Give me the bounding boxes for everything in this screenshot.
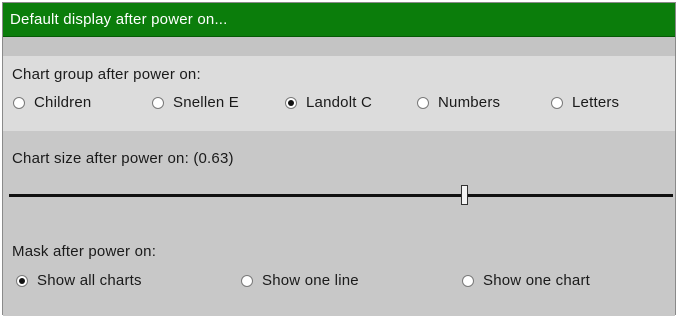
radio-show-all-charts-icon[interactable] — [16, 274, 28, 287]
title-bar: Default display after power on... — [3, 3, 675, 37]
radio-numbers-label: Numbers — [438, 94, 501, 111]
radio-landolt-c[interactable]: Landolt C — [285, 94, 372, 111]
radio-snellen-e-label: Snellen E — [173, 94, 240, 111]
radio-show-one-chart-icon[interactable] — [462, 274, 474, 287]
radio-children-label: Children — [34, 94, 92, 111]
radio-letters-icon[interactable] — [551, 96, 563, 109]
radio-show-one-chart[interactable]: Show one chart — [462, 272, 590, 289]
slider-track[interactable] — [9, 194, 673, 197]
radio-letters-label: Letters — [572, 94, 620, 111]
radio-numbers-icon[interactable] — [417, 96, 429, 109]
radio-show-one-line-icon[interactable] — [241, 274, 253, 287]
radio-snellen-e-icon[interactable] — [152, 96, 164, 109]
radio-snellen-e[interactable]: Snellen E — [152, 94, 239, 111]
radio-show-one-line[interactable]: Show one line — [241, 272, 359, 289]
window-title: Default display after power on... — [10, 11, 228, 28]
mask-section: Mask after power on: Show all charts Sho… — [3, 228, 675, 316]
settings-dialog: Default display after power on... Chart … — [2, 2, 676, 316]
radio-numbers[interactable]: Numbers — [417, 94, 500, 111]
radio-landolt-c-icon[interactable] — [285, 96, 297, 109]
radio-children-icon[interactable] — [13, 96, 25, 109]
chart-group-label: Chart group after power on: — [12, 66, 201, 83]
radio-children[interactable]: Children — [13, 94, 91, 111]
radio-show-one-chart-label: Show one chart — [483, 272, 591, 289]
mask-label: Mask after power on: — [12, 243, 157, 260]
radio-show-all-charts-label: Show all charts — [37, 272, 142, 289]
chart-group-section: Chart group after power on: Children Sne… — [3, 56, 675, 131]
radio-landolt-c-label: Landolt C — [306, 94, 373, 111]
chart-size-slider[interactable] — [9, 185, 673, 207]
radio-letters[interactable]: Letters — [551, 94, 619, 111]
radio-show-one-line-label: Show one line — [262, 272, 359, 289]
radio-show-all-charts[interactable]: Show all charts — [16, 272, 142, 289]
slider-thumb[interactable] — [460, 185, 468, 205]
chart-size-label: Chart size after power on: (0.63) — [12, 150, 234, 167]
chart-size-section: Chart size after power on: (0.63) — [3, 131, 675, 228]
